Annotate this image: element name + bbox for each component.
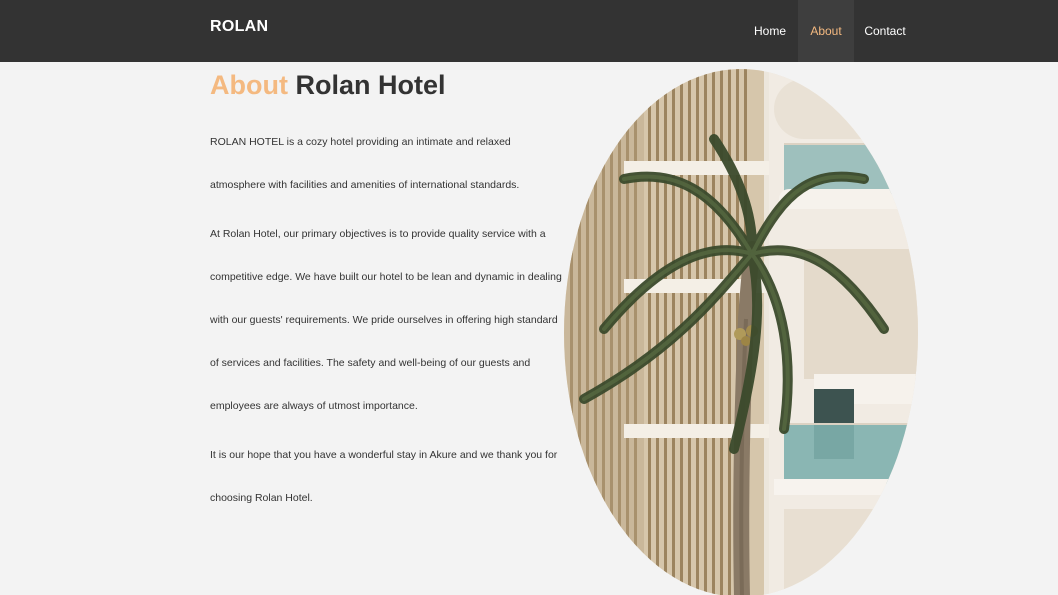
- hotel-photo: [564, 69, 918, 595]
- about-paragraph-objectives: At Rolan Hotel, our primary objectives i…: [210, 228, 562, 412]
- brand-logo[interactable]: ROLAN: [210, 18, 268, 36]
- about-content: ROLAN HOTEL is a cozy hotel providing an…: [210, 121, 565, 526]
- about-paragraph-closing: It is our hope that you have a wonderful…: [210, 449, 558, 504]
- page-title-rest: Rolan Hotel: [295, 70, 446, 100]
- main-nav: Home About Contact: [742, 0, 916, 62]
- page-title-accent: About: [210, 70, 288, 100]
- hotel-photo-illustration: [564, 69, 918, 595]
- navbar: ROLAN Home About Contact: [0, 0, 1058, 62]
- about-paragraph-intro: ROLAN HOTEL is a cozy hotel providing an…: [210, 136, 520, 191]
- nav-about-link[interactable]: About: [798, 0, 854, 62]
- nav-home-link[interactable]: Home: [742, 0, 798, 62]
- page-title: About Rolan Hotel: [210, 70, 446, 101]
- nav-contact-link[interactable]: Contact: [854, 0, 916, 62]
